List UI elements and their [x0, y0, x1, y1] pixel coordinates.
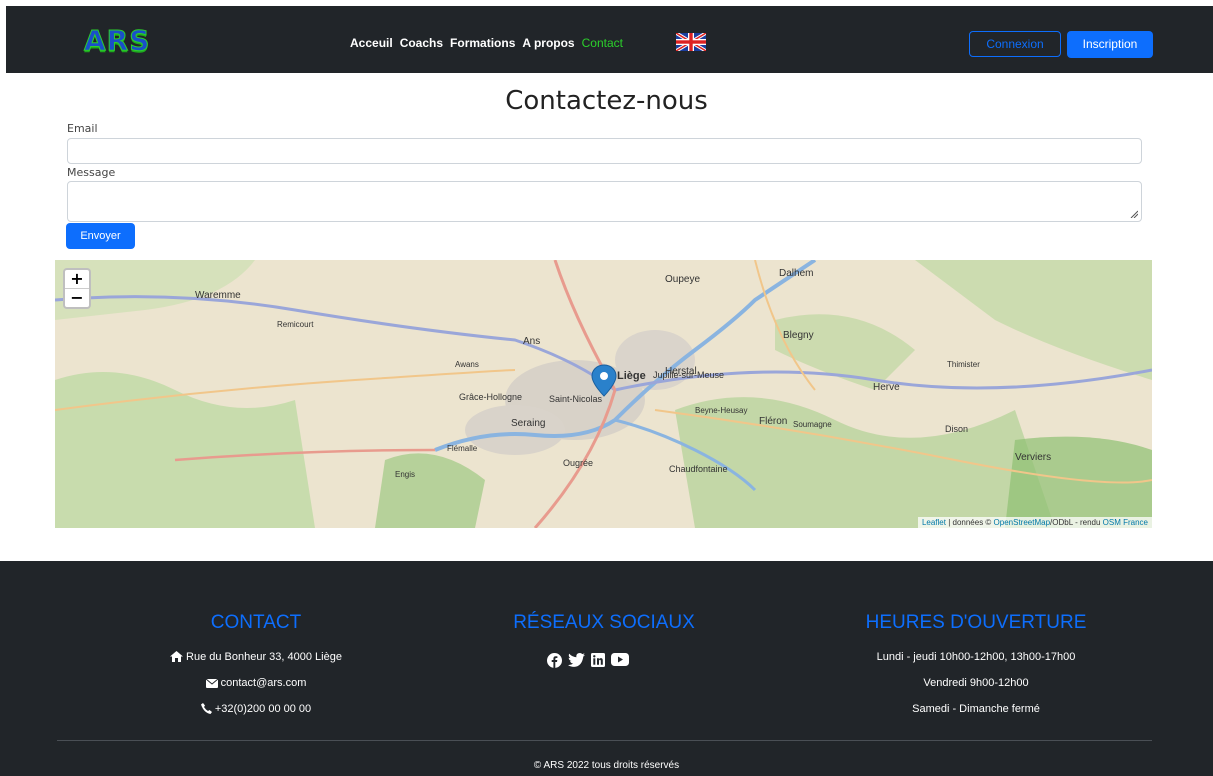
map-label: Liège	[617, 370, 646, 382]
osm-france-link[interactable]: OSM France	[1103, 518, 1148, 527]
login-button[interactable]: Connexion	[969, 31, 1061, 57]
footer-divider	[57, 740, 1152, 741]
map-label: Awans	[455, 360, 479, 369]
footer-email[interactable]: contact@ars.com	[76, 677, 436, 689]
footer-hours-line: Vendredi 9h00-12h00	[923, 677, 1029, 689]
uk-flag-icon[interactable]	[676, 33, 706, 51]
nav-link-formations[interactable]: Formations	[450, 36, 515, 50]
map-label: Ougrée	[563, 458, 594, 468]
footer-contact-title: CONTACT	[210, 612, 302, 633]
map[interactable]: Oupeye Dalhem Herstal Blegny Awans Ans G…	[55, 260, 1152, 528]
message-label: Message	[67, 166, 116, 179]
footer-social-title: RÉSEAUX SOCIAUX	[513, 612, 695, 633]
home-icon	[170, 651, 184, 662]
map-label: Chaudfontaine	[669, 464, 728, 474]
footer: CONTACT Rue du Bonheur 33, 4000 Liège co…	[0, 561, 1213, 776]
map-label: Engis	[395, 470, 416, 479]
email-label: Email	[67, 122, 98, 135]
nav-links: Acceuil Coachs Formations A propos Conta…	[350, 36, 630, 50]
map-label: Seraing	[511, 418, 546, 429]
attribution-text-1: | données ©	[945, 518, 994, 527]
footer-hours-line: Lundi - jeudi 10h00-12h00, 13h00-17h00	[876, 651, 1076, 663]
envelope-icon	[205, 678, 218, 688]
nav-link-contact[interactable]: Contact	[582, 36, 623, 50]
linkedin-icon[interactable]	[591, 653, 605, 667]
footer-hours-title: HEURES D'OUVERTURE	[865, 612, 1087, 633]
map-zoom-control: + −	[63, 268, 91, 309]
message-field[interactable]	[67, 181, 1142, 222]
resize-handle-icon[interactable]	[1130, 210, 1138, 218]
send-button[interactable]: Envoyer	[66, 223, 135, 249]
nav-link-acceuil[interactable]: Acceuil	[350, 36, 393, 50]
map-label: Herve	[873, 382, 900, 393]
youtube-icon[interactable]	[611, 653, 629, 666]
copyright: © ARS 2022 tous droits réservés	[533, 760, 680, 771]
map-label: Blegny	[783, 330, 814, 341]
leaflet-link[interactable]: Leaflet	[922, 518, 946, 527]
page-title: Contactez-nous	[505, 86, 708, 116]
nav-link-coachs[interactable]: Coachs	[400, 36, 443, 50]
map-label: Dalhem	[779, 268, 814, 279]
zoom-out-button[interactable]: −	[65, 288, 89, 307]
map-label: Saint-Nicolas	[549, 394, 603, 404]
map-label: Verviers	[1015, 452, 1052, 463]
nav-link-a-propos[interactable]: A propos	[522, 36, 574, 50]
map-label: Thimister	[947, 360, 980, 369]
map-label: Dison	[945, 424, 969, 434]
map-label: Remicourt	[277, 320, 314, 329]
map-label: Jupille-sur-Meuse	[653, 370, 725, 380]
map-label: Beyne-Heusay	[695, 406, 748, 415]
map-label: Oupeye	[665, 274, 701, 285]
logo[interactable]: ARS	[83, 24, 150, 58]
phone-icon	[200, 703, 212, 714]
map-label: Grâce-Hollogne	[459, 392, 523, 402]
facebook-icon[interactable]	[547, 653, 562, 668]
map-label: Waremme	[195, 290, 241, 301]
navbar: ARS Acceuil Coachs Formations A propos C…	[6, 6, 1213, 73]
twitter-icon[interactable]	[568, 653, 585, 667]
map-attribution: Leaflet | données © OpenStreetMap/ODbL -…	[917, 517, 1152, 528]
map-label: Flémalle	[447, 444, 478, 453]
attribution-text-2: /ODbL - rendu	[1050, 518, 1103, 527]
zoom-in-button[interactable]: +	[65, 270, 89, 288]
footer-phone: +32(0)200 00 00 00	[76, 703, 436, 715]
map-label: Soumagne	[793, 420, 832, 429]
signup-button[interactable]: Inscription	[1067, 31, 1153, 58]
social-links	[547, 653, 629, 668]
map-label: Ans	[523, 336, 541, 347]
map-label: Fléron	[759, 416, 788, 427]
footer-hours-line: Samedi - Dimanche fermé	[912, 703, 1040, 715]
osm-link[interactable]: OpenStreetMap	[994, 518, 1050, 527]
email-field[interactable]	[67, 138, 1142, 164]
footer-address: Rue du Bonheur 33, 4000 Liège	[76, 651, 436, 663]
